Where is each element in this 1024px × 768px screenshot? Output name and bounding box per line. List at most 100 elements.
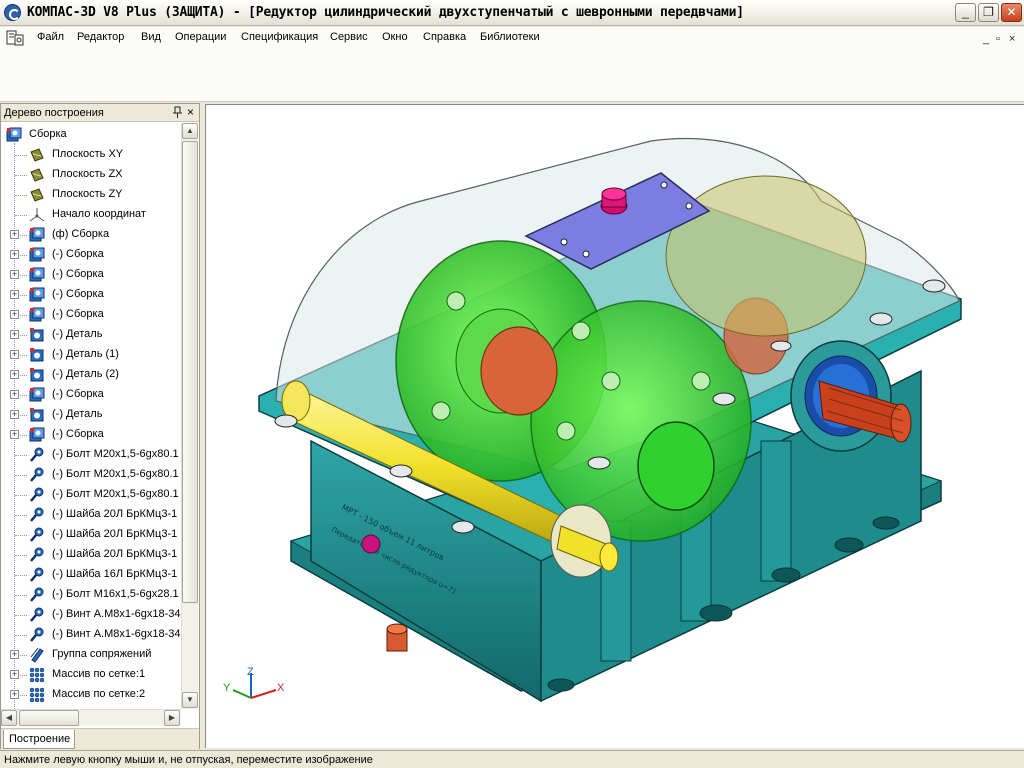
plane-icon xyxy=(29,167,45,183)
maximize-button[interactable]: ❐ xyxy=(978,3,999,22)
tree-item[interactable]: + (-) Сборка xyxy=(1,385,181,405)
expand-toggle[interactable]: + xyxy=(10,370,19,379)
tree-item-label: Плоскость ZY xyxy=(52,188,123,200)
tree-item[interactable]: + (ф) Сборка xyxy=(1,225,181,245)
tree-item-label: (-) Сборка xyxy=(52,248,104,260)
tree-item[interactable]: + (-) Сборка xyxy=(1,425,181,445)
tree-item[interactable]: (-) Винт А.М8х1-6gх18-34 xyxy=(1,605,181,625)
menu-operations[interactable]: Операции xyxy=(175,31,226,43)
tree-item-label: (-) Шайба 20Л БрКМц3-1 I xyxy=(52,508,181,520)
tree-item[interactable]: + (-) Сборка xyxy=(1,305,181,325)
tree-item[interactable]: + (-) Сборка xyxy=(1,265,181,285)
pin-icon[interactable] xyxy=(173,106,182,121)
menu-view[interactable]: Вид xyxy=(141,31,161,43)
expand-toggle[interactable]: + xyxy=(10,350,19,359)
expand-toggle[interactable]: + xyxy=(10,330,19,339)
tree-root-item[interactable]: Сборка xyxy=(1,125,181,145)
expand-toggle[interactable]: + xyxy=(10,650,19,659)
menu-file[interactable]: Файл xyxy=(37,31,64,43)
plane-icon xyxy=(29,187,45,203)
assembly-icon xyxy=(29,287,45,303)
tree-item[interactable]: (-) Болт М20х1,5-6gх80.1 xyxy=(1,465,181,485)
tree-item[interactable]: + (-) Сборка xyxy=(1,285,181,305)
tree-item[interactable]: + (-) Деталь xyxy=(1,405,181,425)
tree-item[interactable]: Плоскость ZX xyxy=(1,165,181,185)
tree-item[interactable]: (-) Шайба 20Л БрКМц3-1 I xyxy=(1,545,181,565)
minimize-button[interactable]: _ xyxy=(955,3,976,22)
expand-toggle[interactable]: + xyxy=(10,250,19,259)
tree-branch-line xyxy=(15,635,27,636)
tree-tab-bar: Построение xyxy=(1,728,199,749)
model-viewport[interactable]: МРТ - 150 объем 11 литров Передаточное ч… xyxy=(205,104,1024,748)
tree-item[interactable]: + Группа сопряжений xyxy=(1,645,181,665)
expand-toggle[interactable]: + xyxy=(10,390,19,399)
expand-toggle[interactable]: + xyxy=(10,270,19,279)
assembly-icon xyxy=(29,307,45,323)
expand-toggle[interactable]: + xyxy=(10,230,19,239)
tree-item-label: (-) Сборка xyxy=(52,308,104,320)
tree-item[interactable]: + Массив по сетке:1 xyxy=(1,665,181,685)
tree-item[interactable]: Плоскость XY xyxy=(1,145,181,165)
horizontal-scroll-thumb[interactable] xyxy=(19,710,79,726)
menu-window[interactable]: Окно xyxy=(382,31,408,43)
close-button[interactable]: ✕ xyxy=(1001,3,1022,22)
document-icon[interactable] xyxy=(6,30,24,46)
tree-item[interactable]: (-) Винт А.М8х1-6gх18-34 xyxy=(1,625,181,645)
tree-branch-line xyxy=(15,535,27,536)
tree-item-label: (-) Деталь (1) xyxy=(52,348,119,360)
scroll-left-button[interactable]: ◀ xyxy=(1,710,17,726)
menu-editor[interactable]: Редактор xyxy=(77,31,124,43)
tree-item[interactable]: (-) Болт М20х1,5-6gх80.1 xyxy=(1,445,181,465)
tree-item[interactable]: (-) Болт М16х1,5-6gх28.1 xyxy=(1,585,181,605)
standard-part-icon xyxy=(29,547,45,563)
tree-branch-line xyxy=(15,555,27,556)
scroll-right-button[interactable]: ▶ xyxy=(164,710,180,726)
tree-item[interactable]: (-) Болт М20х1,5-6gх80.1 xyxy=(1,485,181,505)
expand-toggle[interactable]: + xyxy=(10,670,19,679)
tree-panel-close-button[interactable]: × xyxy=(187,105,194,119)
tree-vertical-scrollbar[interactable]: ▲ ▼ xyxy=(181,123,198,709)
scroll-thumb[interactable] xyxy=(182,141,198,603)
title-bar[interactable]: КОМПАС-3D V8 Plus (ЗАЩИТА) - [Редуктор ц… xyxy=(0,0,1024,26)
tree-item[interactable]: + (-) Деталь (2) xyxy=(1,365,181,385)
mdi-close-button[interactable]: × xyxy=(1009,33,1015,45)
kompas-app-icon[interactable] xyxy=(4,4,21,21)
standard-part-icon xyxy=(29,487,45,503)
scroll-down-button[interactable]: ▼ xyxy=(182,692,198,708)
toolbar-area xyxy=(0,49,1024,102)
build-tree[interactable]: Сборка Плоскость XY Плоскость ZX Плоскость … xyxy=(1,123,181,709)
tree-horizontal-scrollbar[interactable]: ◀ ▶ xyxy=(1,709,181,726)
scroll-up-button[interactable]: ▲ xyxy=(182,123,198,139)
tree-item[interactable]: (-) Шайба 20Л БрКМц3-1 I xyxy=(1,525,181,545)
expand-toggle[interactable]: + xyxy=(10,690,19,699)
expand-toggle[interactable]: + xyxy=(10,430,19,439)
tab-build[interactable]: Построение xyxy=(3,730,75,749)
menu-help[interactable]: Справка xyxy=(423,31,466,43)
window-title: КОМПАС-3D V8 Plus (ЗАЩИТА) - [Редуктор ц… xyxy=(27,5,744,20)
tree-item[interactable]: + Массив по сетке:2 xyxy=(1,685,181,705)
tree-item-label: (ф) Сборка xyxy=(52,228,110,240)
standard-part-icon xyxy=(29,527,45,543)
tree-item-label: (-) Болт М20х1,5-6gх80.1 xyxy=(52,448,179,460)
mdi-minimize-button[interactable]: _ xyxy=(983,33,989,45)
menu-libraries[interactable]: Библиотеки xyxy=(480,31,540,43)
tree-item[interactable]: (-) Шайба 16Л БрКМц3-1 I xyxy=(1,565,181,585)
menu-service[interactable]: Сервис xyxy=(330,31,368,43)
mdi-restore-button[interactable]: ▫ xyxy=(996,33,1000,45)
axis-x-label: X xyxy=(277,682,285,694)
tree-item[interactable]: Начало координат xyxy=(1,205,181,225)
tree-item[interactable]: + (-) Деталь xyxy=(1,325,181,345)
tree-item[interactable]: + (-) Сборка xyxy=(1,245,181,265)
expand-toggle[interactable]: + xyxy=(10,290,19,299)
tree-item[interactable]: Плоскость ZY xyxy=(1,185,181,205)
tree-item[interactable]: + (-) Деталь (1) xyxy=(1,345,181,365)
grid-array-icon xyxy=(29,667,45,683)
tree-item-label: (-) Сборка xyxy=(52,428,104,440)
menu-specification[interactable]: Спецификация xyxy=(241,31,318,43)
expand-toggle[interactable]: + xyxy=(10,310,19,319)
expand-toggle[interactable]: + xyxy=(10,410,19,419)
assembly-icon xyxy=(29,247,45,263)
tree-item[interactable]: (-) Шайба 20Л БрКМц3-1 I xyxy=(1,505,181,525)
tree-item-label: (-) Сборка xyxy=(52,268,104,280)
part-icon xyxy=(29,407,45,423)
